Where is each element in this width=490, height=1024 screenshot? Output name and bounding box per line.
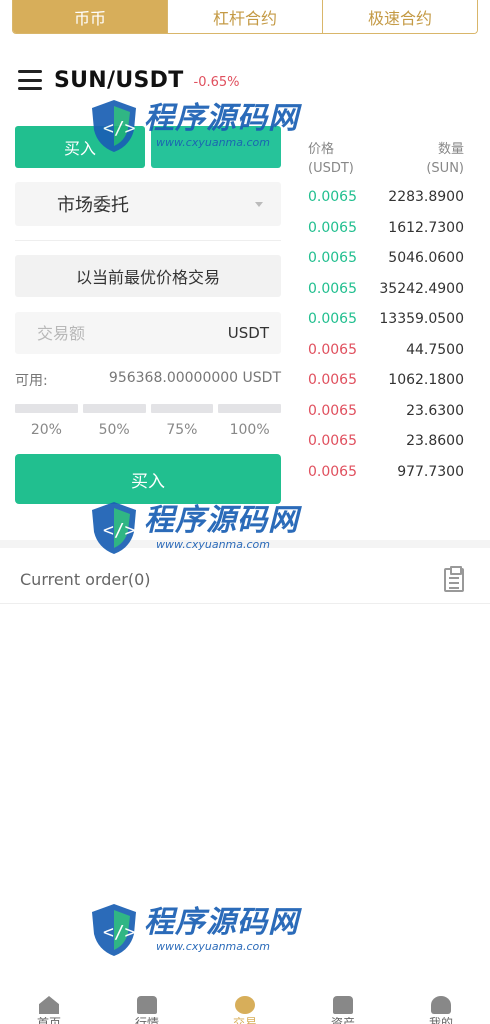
order-qty: 44.7500 (406, 341, 464, 358)
hamburger-menu-icon[interactable] (18, 70, 42, 90)
home-icon (39, 996, 59, 1014)
bottom-nav: 首页 行情 交易 资产 我的 (0, 990, 490, 1024)
wallet-icon (333, 996, 353, 1014)
svg-text:</>: </> (103, 520, 136, 541)
watermark-shield-icon: </> (92, 904, 136, 956)
available-balance: 可用: 956368.00000000 USDT (15, 370, 281, 390)
trade-panel: 买入 市场委托 以当前最优价格交易 USDT 可用: 956368.000000… (15, 126, 281, 504)
tab-spot[interactable]: 币币 (13, 0, 167, 33)
watermark-shield-icon: </> (92, 100, 136, 152)
percent-bar[interactable] (218, 404, 281, 413)
percent-bar[interactable] (82, 404, 146, 413)
available-label: 可用: (15, 373, 48, 389)
order-book-row[interactable]: 0.0065 2283.8900 (308, 182, 464, 213)
order-qty: 1062.1800 (388, 372, 464, 389)
price-change: -0.65% (193, 74, 240, 90)
order-book-row[interactable]: 0.0065 1612.7300 (308, 213, 464, 244)
order-qty: 23.8600 (406, 433, 464, 450)
order-qty: 35242.4900 (379, 280, 464, 297)
order-book-row[interactable]: 0.0065 23.8600 (308, 426, 464, 457)
order-price: 0.0065 (308, 463, 357, 480)
chevron-down-icon (255, 201, 263, 207)
order-type-value: 市场委托 (57, 195, 129, 216)
order-book-header: 价格 (USDT) 数量 (SUN) (308, 140, 464, 178)
pair-header: SUN/USDT -0.65% (18, 62, 240, 98)
svg-text:</>: </> (103, 118, 136, 139)
order-book-row[interactable]: 0.0065 44.7500 (308, 335, 464, 366)
tab-fast-contract[interactable]: 极速合约 (322, 0, 477, 33)
buy-submit-button[interactable]: 买入 (15, 454, 281, 504)
nav-market[interactable]: 行情 (117, 990, 177, 1024)
order-book-row[interactable]: 0.0065 23.6300 (308, 396, 464, 427)
watermark-url: www.cxyuanma.com (156, 537, 270, 551)
percent-option[interactable]: 20% (15, 404, 78, 438)
order-price: 0.0065 (308, 402, 357, 419)
watermark-text: 程序源码网 (144, 100, 299, 136)
order-qty: 5046.0600 (388, 250, 464, 267)
watermark-url: www.cxyuanma.com (156, 939, 270, 953)
qty-column-unit: (SUN) (426, 161, 464, 176)
current-order-label[interactable]: Current order(0) (20, 570, 151, 589)
nav-home[interactable]: 首页 (19, 990, 79, 1024)
amount-unit: USDT (227, 324, 269, 342)
nav-profile[interactable]: 我的 (411, 990, 471, 1024)
order-book-row[interactable]: 0.0065 13359.0500 (308, 304, 464, 335)
order-book-row[interactable]: 0.0065 5046.0600 (308, 243, 464, 274)
order-price: 0.0065 (308, 433, 357, 450)
clipboard-icon[interactable] (444, 565, 464, 592)
user-icon (431, 996, 451, 1014)
trade-icon (235, 996, 255, 1014)
order-qty: 13359.0500 (379, 311, 464, 328)
order-book: 价格 (USDT) 数量 (SUN) 0.0065 2283.8900 0.0065… (308, 140, 464, 487)
order-price: 0.0065 (308, 341, 357, 358)
order-type-select[interactable]: 市场委托 (15, 182, 281, 226)
svg-text:</>: </> (103, 922, 136, 943)
percent-bar[interactable] (15, 404, 78, 413)
watermark: </> 程序源码网 www.cxyuanma.com (88, 498, 299, 556)
price-column-unit: (USDT) (308, 161, 354, 176)
trading-pair[interactable]: SUN/USDT (54, 68, 184, 93)
market-type-tabs: 币币 杠杆合约 极速合约 (12, 0, 478, 34)
order-price: 0.0065 (308, 189, 357, 206)
percent-option[interactable]: 75% (150, 404, 214, 438)
nav-trade[interactable]: 交易 (215, 990, 275, 1024)
nav-assets[interactable]: 资产 (313, 990, 373, 1024)
chart-icon (137, 996, 157, 1014)
amount-input[interactable] (37, 323, 187, 343)
available-value: 956368.00000000 USDT (108, 370, 281, 386)
order-price: 0.0065 (308, 311, 357, 328)
percent-option[interactable]: 100% (218, 404, 281, 438)
percent-option[interactable]: 50% (82, 404, 146, 438)
watermark: </> 程序源码网 www.cxyuanma.com (88, 96, 299, 154)
order-price: 0.0065 (308, 280, 357, 297)
order-price: 0.0065 (308, 372, 357, 389)
percent-selector: 20% 50% 75% 100% (15, 404, 281, 438)
watermark-shield-icon: </> (92, 502, 136, 554)
watermark-url: www.cxyuanma.com (156, 135, 270, 149)
current-order-bar: Current order(0) (0, 556, 490, 604)
divider (15, 240, 281, 241)
order-book-row[interactable]: 0.0065 1062.1800 (308, 365, 464, 396)
watermark-text: 程序源码网 (144, 502, 299, 538)
order-qty: 1612.7300 (388, 219, 464, 236)
order-qty: 977.7300 (397, 463, 464, 480)
order-price: 0.0065 (308, 250, 357, 267)
order-price: 0.0065 (308, 219, 357, 236)
order-book-row[interactable]: 0.0065 35242.4900 (308, 274, 464, 305)
price-column-label: 价格 (308, 142, 335, 157)
tab-margin-contract[interactable]: 杠杆合约 (167, 0, 322, 33)
order-qty: 2283.8900 (388, 189, 464, 206)
qty-column-label: 数量 (437, 142, 464, 157)
percent-bar[interactable] (150, 404, 214, 413)
amount-field[interactable]: USDT (15, 312, 281, 354)
order-qty: 23.6300 (406, 402, 464, 419)
watermark-text: 程序源码网 (144, 904, 299, 940)
best-price-note: 以当前最优价格交易 (15, 255, 281, 297)
order-book-rows: 0.0065 2283.8900 0.0065 1612.7300 0.0065 5046… (308, 182, 464, 487)
watermark: </> 程序源码网 www.cxyuanma.com (88, 900, 299, 958)
order-book-row[interactable]: 0.0065 977.7300 (308, 457, 464, 488)
